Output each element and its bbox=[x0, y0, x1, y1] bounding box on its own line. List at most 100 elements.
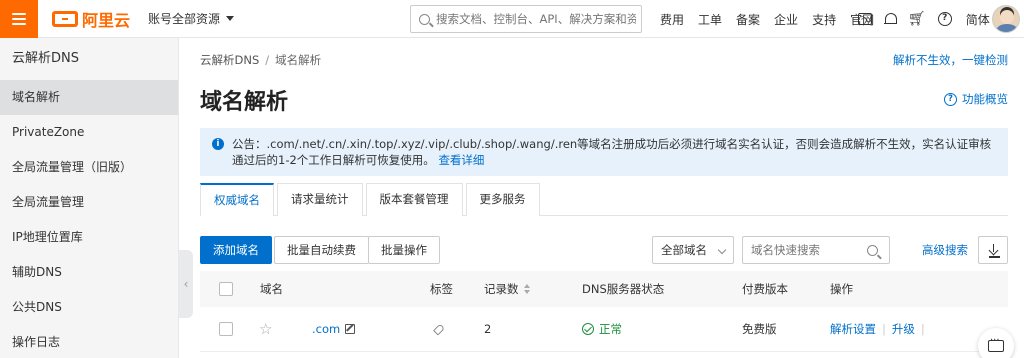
edition-text: 免费版 bbox=[742, 322, 777, 336]
language-switch[interactable]: 简体 bbox=[966, 11, 990, 28]
batch-operations-button[interactable]: 批量操作 bbox=[368, 236, 440, 264]
upgrade-link[interactable]: 升级 bbox=[892, 321, 915, 337]
select-all-checkbox[interactable] bbox=[219, 282, 233, 296]
header-records-cell: 记录数 bbox=[484, 271, 530, 307]
tab-more-services[interactable]: 更多服务 bbox=[465, 183, 540, 216]
top-icons: >_ 🛒︎ ? 简体 bbox=[858, 0, 990, 38]
breadcrumb: 云解析DNS / 域名解析 bbox=[200, 52, 321, 68]
breadcrumb-root[interactable]: 云解析DNS bbox=[200, 53, 259, 67]
search-icon bbox=[419, 13, 430, 25]
page-title: 域名解析 bbox=[200, 90, 289, 115]
sidebar-title: 云解析DNS bbox=[12, 51, 79, 66]
advanced-search-link[interactable]: 高级搜索 bbox=[922, 236, 968, 264]
feature-overview-link[interactable]: ? 功能概览 bbox=[944, 91, 1008, 107]
question-icon: ? bbox=[944, 92, 957, 106]
action-divider: | bbox=[920, 322, 925, 336]
header-edition: 付费版本 bbox=[742, 282, 788, 296]
header-dns-status: DNS服务器状态 bbox=[582, 282, 665, 296]
sidebar-item-gtm[interactable]: 全局流量管理 bbox=[0, 185, 178, 220]
account-resource-selector[interactable]: 账号全部资源 bbox=[148, 10, 235, 27]
top-links: 费用 工单 备案 企业 支持 官网 bbox=[660, 0, 874, 38]
caret-down-icon bbox=[226, 16, 235, 21]
terminal-icon[interactable]: >_ bbox=[858, 13, 872, 25]
header-records: 记录数 bbox=[484, 282, 519, 296]
toolbar: 添加域名 批量自动续费 批量操作 全部域名 高级搜索 bbox=[200, 236, 1008, 264]
logo-text: 阿里云 bbox=[82, 10, 131, 30]
bell-icon[interactable] bbox=[884, 12, 897, 26]
notice-banner: i 公告：.com/.net/.cn/.xin/.top/.xyz/.vip/.… bbox=[200, 128, 1008, 176]
domain-link[interactable]: .com bbox=[312, 322, 340, 336]
header-tag: 标签 bbox=[430, 282, 453, 296]
download-button[interactable] bbox=[978, 236, 1008, 264]
sidebar-item-gtm-legacy[interactable]: 全局流量管理（旧版） bbox=[0, 150, 178, 185]
dns-status-cell: 正常 bbox=[582, 307, 622, 351]
row-checkbox[interactable] bbox=[219, 322, 233, 336]
tag-cell bbox=[432, 307, 446, 351]
select-all-cell bbox=[219, 271, 233, 307]
menu-button[interactable] bbox=[0, 0, 38, 38]
star-icon[interactable]: ☆ bbox=[259, 320, 272, 338]
top-navigation-bar: 阿里云 账号全部资源 费用 工单 备案 企业 支持 官网 >_ 🛒︎ ? 简体 bbox=[0, 0, 1024, 38]
aliyun-logo[interactable]: 阿里云 bbox=[52, 7, 130, 31]
chat-support-button[interactable] bbox=[978, 328, 1014, 358]
notice-detail-link[interactable]: 查看详细 bbox=[438, 153, 484, 167]
action-divider: | bbox=[882, 322, 886, 336]
tab-request-stats[interactable]: 请求量统计 bbox=[277, 183, 363, 216]
tag-icon[interactable] bbox=[432, 322, 446, 336]
feature-overview-label: 功能概览 bbox=[962, 92, 1008, 106]
top-link-ticket[interactable]: 工单 bbox=[698, 11, 722, 28]
records-count: 2 bbox=[484, 322, 492, 336]
top-link-icp[interactable]: 备案 bbox=[736, 11, 760, 28]
quick-check-link[interactable]: 解析不生效，一键检测 bbox=[893, 52, 1008, 68]
resolution-settings-link[interactable]: 解析设置 bbox=[830, 321, 876, 337]
tab-edition-management[interactable]: 版本套餐管理 bbox=[365, 183, 463, 216]
global-search-input[interactable] bbox=[436, 12, 636, 26]
check-circle-icon bbox=[582, 323, 594, 335]
global-search[interactable] bbox=[410, 5, 642, 33]
actions-cell: 解析设置 | 升级 | bbox=[830, 307, 931, 351]
chat-bubble-icon bbox=[988, 335, 1004, 352]
sidebar-item-secondary-dns[interactable]: 辅助DNS bbox=[0, 255, 178, 290]
hamburger-icon bbox=[12, 12, 26, 25]
user-avatar[interactable] bbox=[992, 5, 1020, 33]
edit-icon[interactable] bbox=[345, 324, 356, 334]
download-icon bbox=[988, 244, 999, 256]
tab-bar: 权威域名 请求量统计 版本套餐管理 更多服务 bbox=[200, 183, 1008, 217]
domain-table: 域名 标签 记录数 DNS服务器状态 付费版本 操作 ☆ .com 2 正常 免… bbox=[200, 271, 1008, 352]
sort-icon[interactable] bbox=[523, 284, 530, 294]
download-icon-base bbox=[989, 256, 1000, 258]
table-header: 域名 标签 记录数 DNS服务器状态 付费版本 操作 bbox=[200, 271, 1008, 307]
row-select-cell bbox=[219, 307, 233, 351]
domain-filter-value: 全部域名 bbox=[661, 243, 707, 257]
help-icon[interactable]: ? bbox=[937, 12, 952, 26]
dns-status-text: 正常 bbox=[599, 322, 622, 336]
table-row: ☆ .com 2 正常 免费版 解析设置 | 升级 | bbox=[200, 307, 1008, 352]
top-link-billing[interactable]: 费用 bbox=[660, 11, 684, 28]
tab-authoritative-domains[interactable]: 权威域名 bbox=[200, 183, 274, 217]
domain-filter-select[interactable]: 全部域名 bbox=[652, 236, 734, 264]
chevron-down-icon bbox=[717, 245, 727, 255]
sidebar-item-operation-log[interactable]: 操作日志 bbox=[0, 325, 178, 358]
domain-search-input[interactable] bbox=[743, 237, 863, 263]
sidebar-item-domain-resolution[interactable]: 域名解析 bbox=[0, 80, 178, 115]
notice-text: 公告：.com/.net/.cn/.xin/.top/.xyz/.vip/.cl… bbox=[232, 137, 992, 167]
search-icon[interactable] bbox=[867, 245, 878, 256]
header-actions: 操作 bbox=[830, 282, 853, 296]
domain-cell: .com bbox=[312, 307, 356, 351]
batch-auto-renew-button[interactable]: 批量自动续费 bbox=[274, 236, 369, 264]
sidebar-item-privatezone[interactable]: PrivateZone bbox=[0, 115, 178, 150]
aliyun-logo-icon bbox=[52, 10, 78, 27]
sidebar-item-ip-geolocation[interactable]: IP地理位置库 bbox=[0, 220, 178, 255]
top-link-support[interactable]: 支持 bbox=[812, 11, 836, 28]
breadcrumb-separator: / bbox=[265, 53, 270, 67]
domain-search-box[interactable] bbox=[742, 236, 890, 264]
add-domain-button[interactable]: 添加域名 bbox=[200, 236, 272, 264]
info-icon: i bbox=[212, 138, 224, 150]
chevron-left-icon: ‹ bbox=[183, 277, 189, 291]
cart-icon[interactable]: 🛒︎ bbox=[908, 12, 926, 26]
sidebar-item-public-dns[interactable]: 公共DNS bbox=[0, 290, 178, 325]
account-label: 账号全部资源 bbox=[148, 12, 221, 26]
header-domain: 域名 bbox=[260, 282, 283, 296]
top-link-enterprise[interactable]: 企业 bbox=[774, 11, 798, 28]
sidebar-collapse-handle[interactable]: ‹ bbox=[179, 250, 193, 318]
